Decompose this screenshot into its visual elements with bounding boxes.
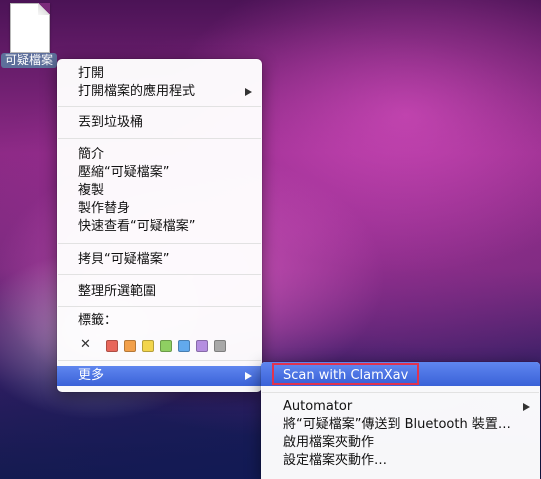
menu-item-quick-look[interactable]: 快速查看“可疑檔案” [57, 218, 262, 236]
menu-item-make-alias[interactable]: 製作替身 [57, 200, 262, 218]
menu-separator [58, 360, 261, 361]
submenu-arrow-icon [245, 88, 252, 96]
menu-item-automator[interactable]: Automator [261, 398, 540, 416]
menu-item-send-bluetooth[interactable]: 將“可疑檔案”傳送到 Bluetooth 裝置… [261, 416, 540, 434]
menu-item-scan-with-clamxav[interactable]: Scan with ClamXav [272, 363, 420, 385]
label-yellow-swatch[interactable] [142, 340, 154, 352]
label-purple-swatch[interactable] [196, 340, 208, 352]
menu-separator [262, 392, 539, 393]
menu-item-more[interactable]: 更多 [57, 366, 262, 386]
file-name-label[interactable]: 可疑檔案 [1, 53, 58, 68]
menu-item-open-with[interactable]: 打開檔案的應用程式 [57, 83, 262, 101]
label-gray-swatch[interactable] [214, 340, 226, 352]
label-red-swatch[interactable] [106, 340, 118, 352]
menu-item-clean-up[interactable]: 整理所選範圍 [57, 283, 262, 301]
label-none-icon[interactable]: ✕ [80, 336, 91, 354]
menu-item-configure-folder-actions[interactable]: 設定檔案夾動作… [261, 452, 540, 470]
menu-item-get-info[interactable]: 簡介 [57, 146, 262, 164]
menu-separator [58, 138, 261, 139]
menu-item-duplicate[interactable]: 複製 [57, 182, 262, 200]
document-file-icon[interactable] [10, 3, 50, 53]
submenu-arrow-icon [523, 403, 530, 411]
menu-separator [58, 106, 261, 107]
label-blue-swatch[interactable] [178, 340, 190, 352]
label-green-swatch[interactable] [160, 340, 172, 352]
menu-item-copy[interactable]: 拷貝“可疑檔案” [57, 251, 262, 269]
menu-separator [58, 306, 261, 307]
context-menu: 打開 打開檔案的應用程式 丟到垃圾桶 簡介 壓縮“可疑檔案” 複製 製作替身 快… [57, 59, 262, 392]
menu-item-move-to-trash[interactable]: 丟到垃圾桶 [57, 114, 262, 132]
menu-item-compress[interactable]: 壓縮“可疑檔案” [57, 164, 262, 182]
menu-item-more-label: 更多 [78, 368, 105, 383]
menu-separator [58, 243, 261, 244]
menu-item-open-with-label: 打開檔案的應用程式 [78, 84, 196, 99]
more-submenu: Scan with ClamXav Automator 將“可疑檔案”傳送到 B… [261, 362, 540, 479]
menu-item-open[interactable]: 打開 [57, 65, 262, 83]
submenu-arrow-icon [245, 372, 252, 380]
label-header: 標籤： [78, 313, 118, 328]
menu-separator [58, 274, 261, 275]
label-orange-swatch[interactable] [124, 340, 136, 352]
menu-item-automator-label: Automator [283, 399, 353, 414]
menu-item-enable-folder-actions[interactable]: 啟用檔案夾動作 [261, 434, 540, 452]
